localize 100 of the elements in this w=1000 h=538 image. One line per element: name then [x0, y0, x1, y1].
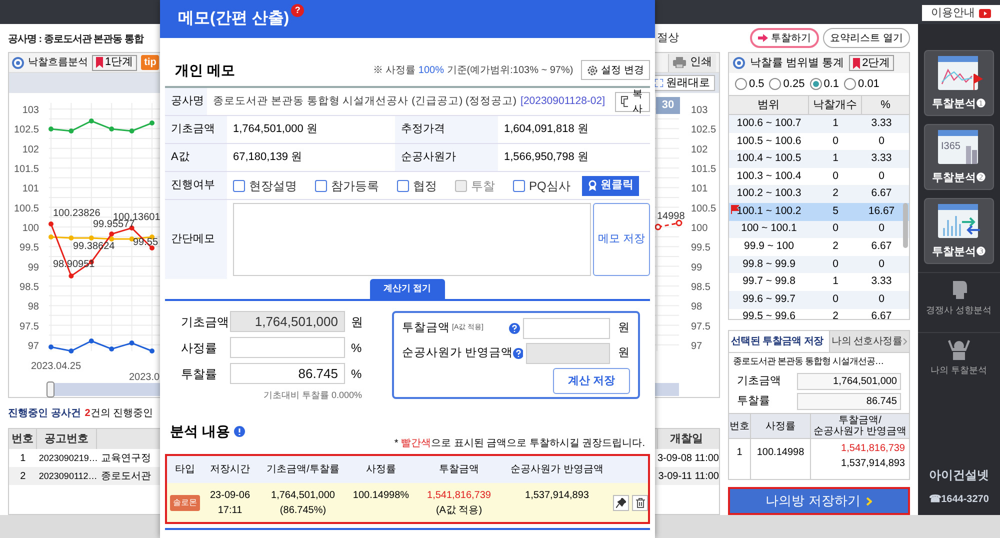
table-row[interactable]: 100.1 ~ 100.2 5 16.67: [729, 202, 909, 221]
table-row[interactable]: 99.8 ~ 99.9 0 0: [729, 256, 909, 274]
table-cell-text: 99.9 ~ 100: [744, 239, 794, 254]
copy-button[interactable]: 복사: [615, 92, 650, 112]
value-field: 1,764,501,000: [797, 372, 901, 390]
checkbox[interactable]: 현장설명: [233, 176, 297, 194]
tab[interactable]: 선택된 투찰금액 저장: [729, 331, 829, 352]
number-field: 1,764,501,000: [230, 311, 345, 332]
table-cell: 1: [729, 439, 751, 479]
axis-label: 100: [22, 223, 39, 234]
table-cell-text: 1,537,914,893: [524, 489, 590, 503]
analysis-tile[interactable]: 투찰분석❶: [924, 50, 994, 116]
scrollbar-thumb[interactable]: [903, 203, 908, 248]
project-title: 공사명 : 종로도서관 본관동 통합: [8, 34, 144, 45]
checkbox[interactable]: 협정: [397, 176, 437, 194]
checkbox[interactable]: PQ심사: [513, 176, 570, 194]
radio-button[interactable]: [810, 78, 822, 90]
step-badge: 2단계: [849, 55, 894, 71]
unit-label: 원: [618, 346, 630, 361]
date-label: 2023.04.25: [31, 361, 82, 372]
table-row[interactable]: 100.2 ~ 100.3 2 6.67: [729, 185, 909, 203]
table-cell-text: 100.5 ~ 100.6: [736, 134, 802, 149]
memo-save-button[interactable]: 메모 저장: [593, 203, 650, 276]
calculate-save-button[interactable]: 계산 저장: [553, 368, 630, 394]
slider-handle[interactable]: [46, 382, 54, 398]
option-label: 0.25: [783, 76, 805, 92]
table-cell-text: 100.6 ~ 100.7: [736, 116, 802, 131]
radio-button[interactable]: [844, 78, 856, 90]
menu-link[interactable]: 경쟁사 성향분석: [918, 272, 1000, 324]
ratio-note: 기초대비 투찰률 0.000%: [262, 389, 363, 402]
table-cell-text: 99.8 ~ 99.9: [742, 256, 796, 272]
number-field[interactable]: [230, 337, 345, 358]
settings-button[interactable]: 설정 변경: [581, 60, 650, 80]
menu-link[interactable]: 나의 투찰분석: [918, 332, 1000, 384]
one-click-button[interactable]: 원클릭: [582, 176, 640, 196]
amount-field[interactable]: [522, 318, 610, 339]
column-header: 투찰금액: [439, 463, 479, 477]
column-header: 투찰금액/ 순공사원가 반영금액: [812, 414, 908, 438]
flag-icon: [731, 204, 739, 214]
table-cell: 100.14998: [751, 439, 811, 479]
value-field: 86.745: [797, 392, 901, 410]
tab[interactable]: 나의 선호사정률: [828, 331, 909, 352]
basis-note: ※ 사정률 100% 기준(예가범위:103% ~ 97%): [372, 64, 574, 78]
table-cell-text: 2: [20, 470, 26, 484]
table-cell-text: 0: [832, 292, 840, 307]
axis-label: 97.5: [691, 321, 710, 332]
column-header: 타입: [175, 463, 195, 477]
radio-button[interactable]: [735, 78, 747, 90]
notice-link[interactable]: [20230901128-02]: [520, 94, 605, 110]
memo-field[interactable]: [233, 203, 591, 276]
table-row[interactable]: 100.6 ~ 100.7 1 3.33: [729, 115, 909, 133]
table-cell-text: 1: [832, 151, 840, 166]
table-row[interactable]: 99.6 ~ 99.7 0 0: [729, 290, 909, 309]
step-badge: 1단계: [92, 54, 138, 70]
table-cell-text: 0: [832, 221, 840, 236]
row-value: 67,180,139 원: [232, 150, 304, 166]
number-field[interactable]: 86.745: [230, 363, 345, 384]
data-label: 100.23826: [53, 208, 100, 219]
table-row[interactable]: 100 ~ 100.1 0 0: [729, 220, 909, 238]
axis-label: 98.5: [20, 282, 39, 294]
field-label: 기초금액: [737, 374, 782, 389]
help-button[interactable]: 이용안내: [922, 5, 1000, 21]
table-cell-text: 0: [878, 221, 886, 236]
axis-label: 102.5: [14, 124, 39, 136]
table-cell: 2023090219…: [38, 452, 98, 462]
delete-button[interactable]: [632, 494, 648, 510]
table-cell-text: 2: [832, 309, 840, 319]
table-cell-text: 16.67: [867, 204, 896, 219]
help-badge[interactable]: ?: [291, 4, 304, 17]
column-header: 저장시간: [210, 463, 250, 477]
chevron-icon: [866, 496, 872, 506]
table-cell-text: 23-09-06: [208, 488, 252, 502]
field-label: 투찰률: [737, 394, 771, 409]
bid-button[interactable]: 투찰하기: [750, 28, 820, 48]
panel-title: 낙찰률 범위별 통계: [750, 56, 844, 71]
pin-button[interactable]: [613, 494, 629, 510]
row-label: 순공사원가: [395, 144, 498, 171]
calculator-toggle-tab[interactable]: 계산기 접기: [370, 279, 446, 299]
summary-list-button[interactable]: 요약리스트 열기: [823, 28, 910, 48]
axis-label: 100.5: [691, 203, 716, 214]
field-label: 기초금액: [180, 314, 230, 330]
section-title: 개인 메모: [175, 60, 235, 80]
axis-label: 97.5: [20, 321, 39, 332]
table-row[interactable]: 100.4 ~ 100.5 1 3.33: [729, 150, 909, 168]
axis-label: 98: [691, 302, 702, 313]
axis-label: 100.5: [14, 203, 39, 214]
table-cell-text: 0: [878, 168, 886, 184]
row-value: 1,604,091,818 원: [503, 122, 590, 138]
checkbox[interactable]: 참가등록: [315, 176, 379, 194]
row-label: 기초금액: [165, 116, 227, 143]
analysis-tile[interactable]: I365 투찰분석❷: [924, 124, 994, 190]
analysis-tile[interactable]: 투찰분석❸: [924, 198, 994, 264]
unit-label: %: [351, 340, 362, 356]
table-cell-text: 100.3 ~ 100.4: [736, 168, 802, 184]
table-cell-text: 2: [832, 186, 840, 202]
row-value: 1,566,950,798 원: [503, 150, 590, 166]
print-button[interactable]: 인쇄: [668, 54, 716, 72]
save-button[interactable]: 나의방 저장하기: [728, 487, 910, 515]
data-label: 14998: [657, 211, 685, 222]
radio-button[interactable]: [769, 78, 782, 90]
